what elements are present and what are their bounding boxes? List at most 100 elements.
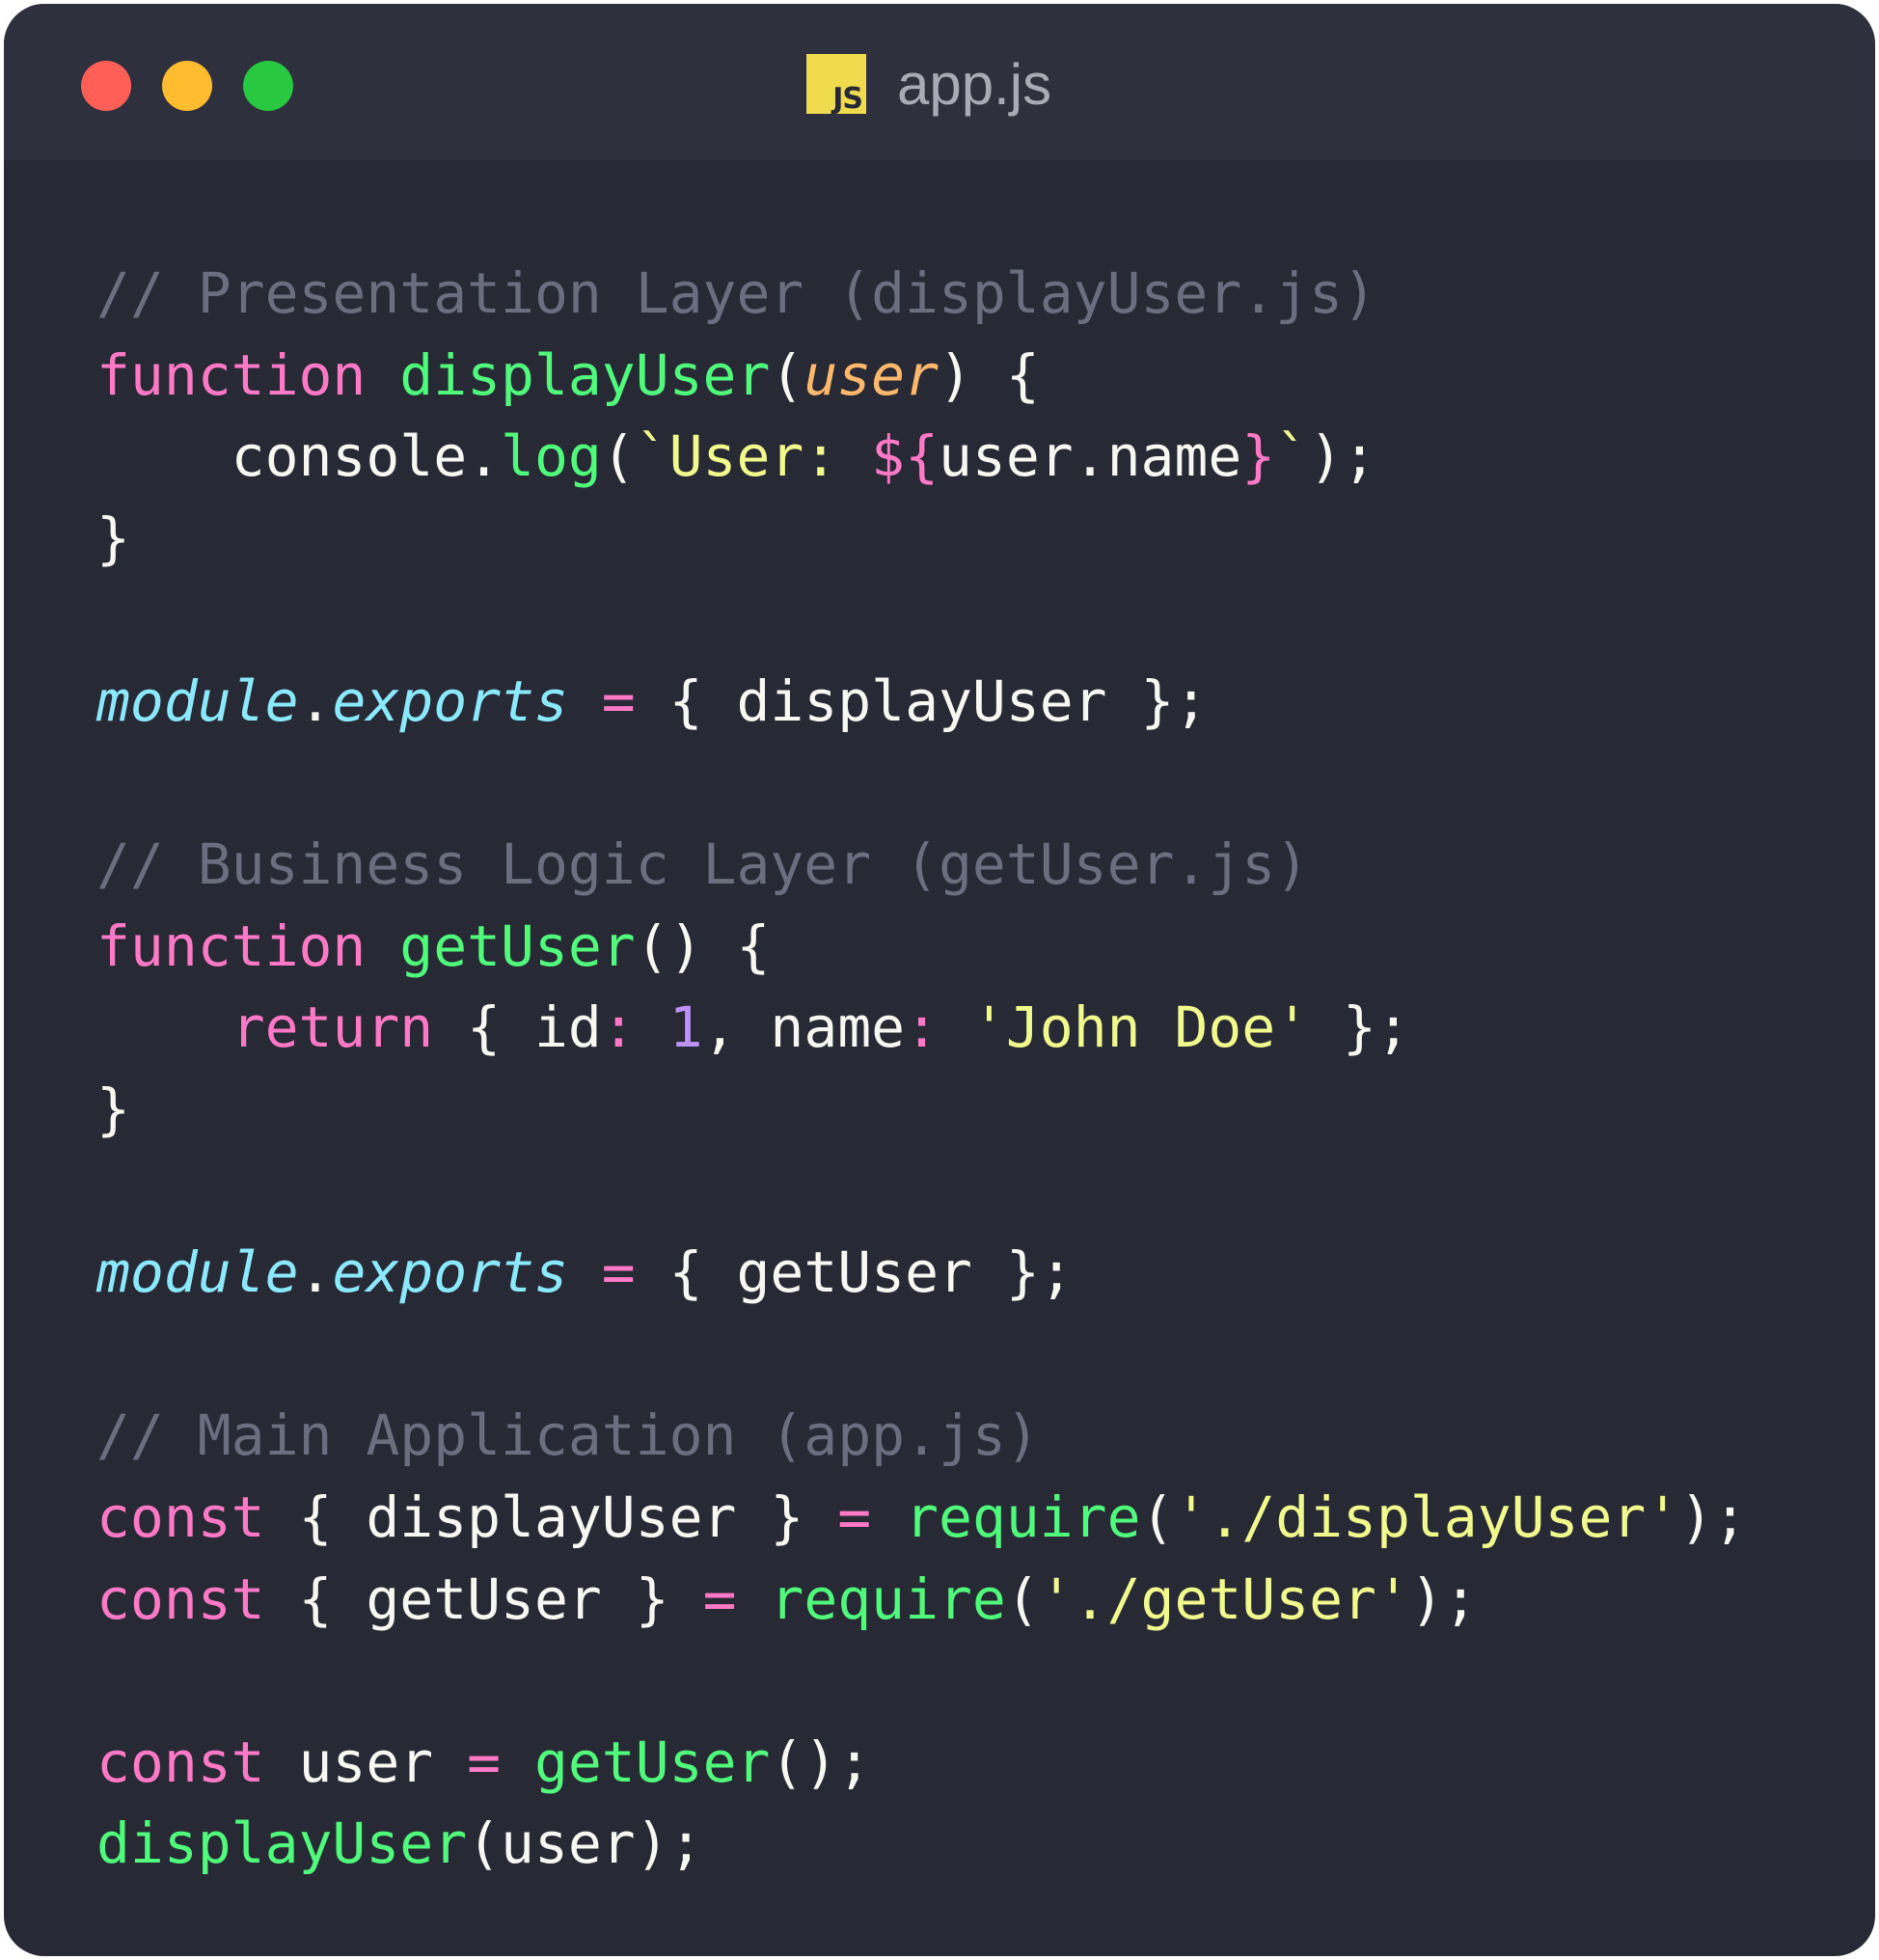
code-token: // Presentation Layer (displayUser.js) (96, 260, 1376, 326)
file-title: app.js (897, 51, 1052, 117)
code-token: ); (1409, 1565, 1478, 1632)
code-token: ( (770, 341, 804, 408)
code-token: } (1241, 423, 1276, 490)
code-token: { id (433, 994, 602, 1061)
code-token: 'John Doe' (971, 994, 1310, 1061)
code-token: { displayUser }; (635, 667, 1209, 734)
code-token: const (96, 1729, 265, 1795)
code-line: function displayUser(user) { (96, 335, 1747, 417)
code-token: displayUser (399, 341, 771, 408)
code-token: exports (332, 667, 568, 734)
code-line: ​ (96, 1151, 1747, 1233)
code-line: // Presentation Layer (displayUser.js) (96, 253, 1747, 335)
code-token: const (96, 1484, 265, 1550)
code-token: user.name (939, 423, 1242, 490)
code-line: ​ (96, 743, 1747, 825)
code-line: // Business Logic Layer (getUser.js) (96, 824, 1747, 906)
code-line: } (96, 1069, 1747, 1151)
code-editor: // Presentation Layer (displayUser.js) fu… (96, 253, 1747, 1885)
code-line: ​ (96, 1640, 1747, 1722)
code-token: ) { (939, 341, 1040, 408)
title-bar: JS app.js (4, 4, 1875, 160)
code-token: }; (1309, 994, 1410, 1061)
code-line: console.log(`User: ${user.name}`); (96, 416, 1747, 498)
code-token: (user); (467, 1810, 703, 1877)
code-token: } (96, 504, 130, 571)
code-token: require (770, 1565, 1006, 1632)
code-token: require (905, 1484, 1141, 1550)
code-token: { displayUser } (264, 1484, 838, 1550)
code-token: ( (1140, 1484, 1175, 1550)
code-token: user (803, 341, 939, 408)
code-token: ${ (871, 423, 939, 490)
code-token: `User: (635, 423, 872, 490)
js-file-icon: JS (806, 54, 866, 116)
code-line: function getUser() { (96, 906, 1747, 988)
code-token: ( (1005, 1565, 1040, 1632)
code-token: './displayUser' (1174, 1484, 1680, 1550)
file-tab[interactable]: JS app.js (806, 50, 1051, 118)
code-line: displayUser(user); (96, 1803, 1747, 1885)
code-line: const user = getUser(); (96, 1722, 1747, 1804)
code-token: module (96, 667, 299, 734)
js-file-icon-text: JS (832, 82, 863, 116)
code-line: ​ (96, 579, 1747, 661)
code-token: { getUser }; (635, 1239, 1074, 1306)
code-token: displayUser (96, 1810, 468, 1877)
code-token: log (501, 423, 602, 490)
code-line: } (96, 498, 1747, 580)
code-window: JS app.js // Presentation Layer (display… (4, 4, 1875, 1956)
code-token: { getUser } (264, 1565, 703, 1632)
code-line: const { displayUser } = require('./displ… (96, 1477, 1747, 1559)
code-token: } (96, 1075, 130, 1142)
code-token: // Main Application (app.js) (96, 1402, 1040, 1469)
code-token: './getUser' (1039, 1565, 1410, 1632)
code-token: , name (702, 994, 906, 1061)
code-token: = (601, 667, 636, 734)
code-line: const { getUser } = require('./getUser')… (96, 1559, 1747, 1641)
zoom-button[interactable] (243, 61, 293, 111)
code-line: // Main Application (app.js) (96, 1395, 1747, 1477)
code-token: : (905, 994, 940, 1061)
code-token: . (298, 667, 333, 734)
code-token: . (298, 1239, 333, 1306)
code-token: = (601, 1239, 636, 1306)
code-line: module.exports = { displayUser }; (96, 661, 1747, 743)
code-token: function (96, 341, 367, 408)
code-token: return (231, 994, 434, 1061)
code-token: exports (332, 1239, 568, 1306)
minimize-button[interactable] (162, 61, 212, 111)
code-token: ); (1679, 1484, 1748, 1550)
code-line: module.exports = { getUser }; (96, 1232, 1747, 1314)
code-token: ( (601, 423, 636, 490)
code-token: console. (96, 423, 502, 490)
code-token: = (467, 1729, 502, 1795)
close-button[interactable] (81, 61, 131, 111)
code-token: = (837, 1484, 872, 1550)
code-token: function (96, 912, 367, 979)
code-token: getUser (533, 1729, 771, 1795)
code-token: = (702, 1565, 737, 1632)
code-line: return { id: 1, name: 'John Doe' }; (96, 987, 1747, 1069)
code-token: ); (1309, 423, 1376, 490)
code-token: module (96, 1239, 299, 1306)
code-token: // Business Logic Layer (getUser.js) (96, 831, 1310, 898)
code-line: ​ (96, 1314, 1747, 1396)
code-token: getUser (399, 912, 636, 979)
code-token: () { (635, 912, 771, 979)
code-token: (); (770, 1729, 872, 1795)
code-token: user (264, 1729, 468, 1795)
code-token: 1 (668, 994, 703, 1061)
code-token: : (601, 994, 636, 1061)
code-token: const (96, 1565, 265, 1632)
